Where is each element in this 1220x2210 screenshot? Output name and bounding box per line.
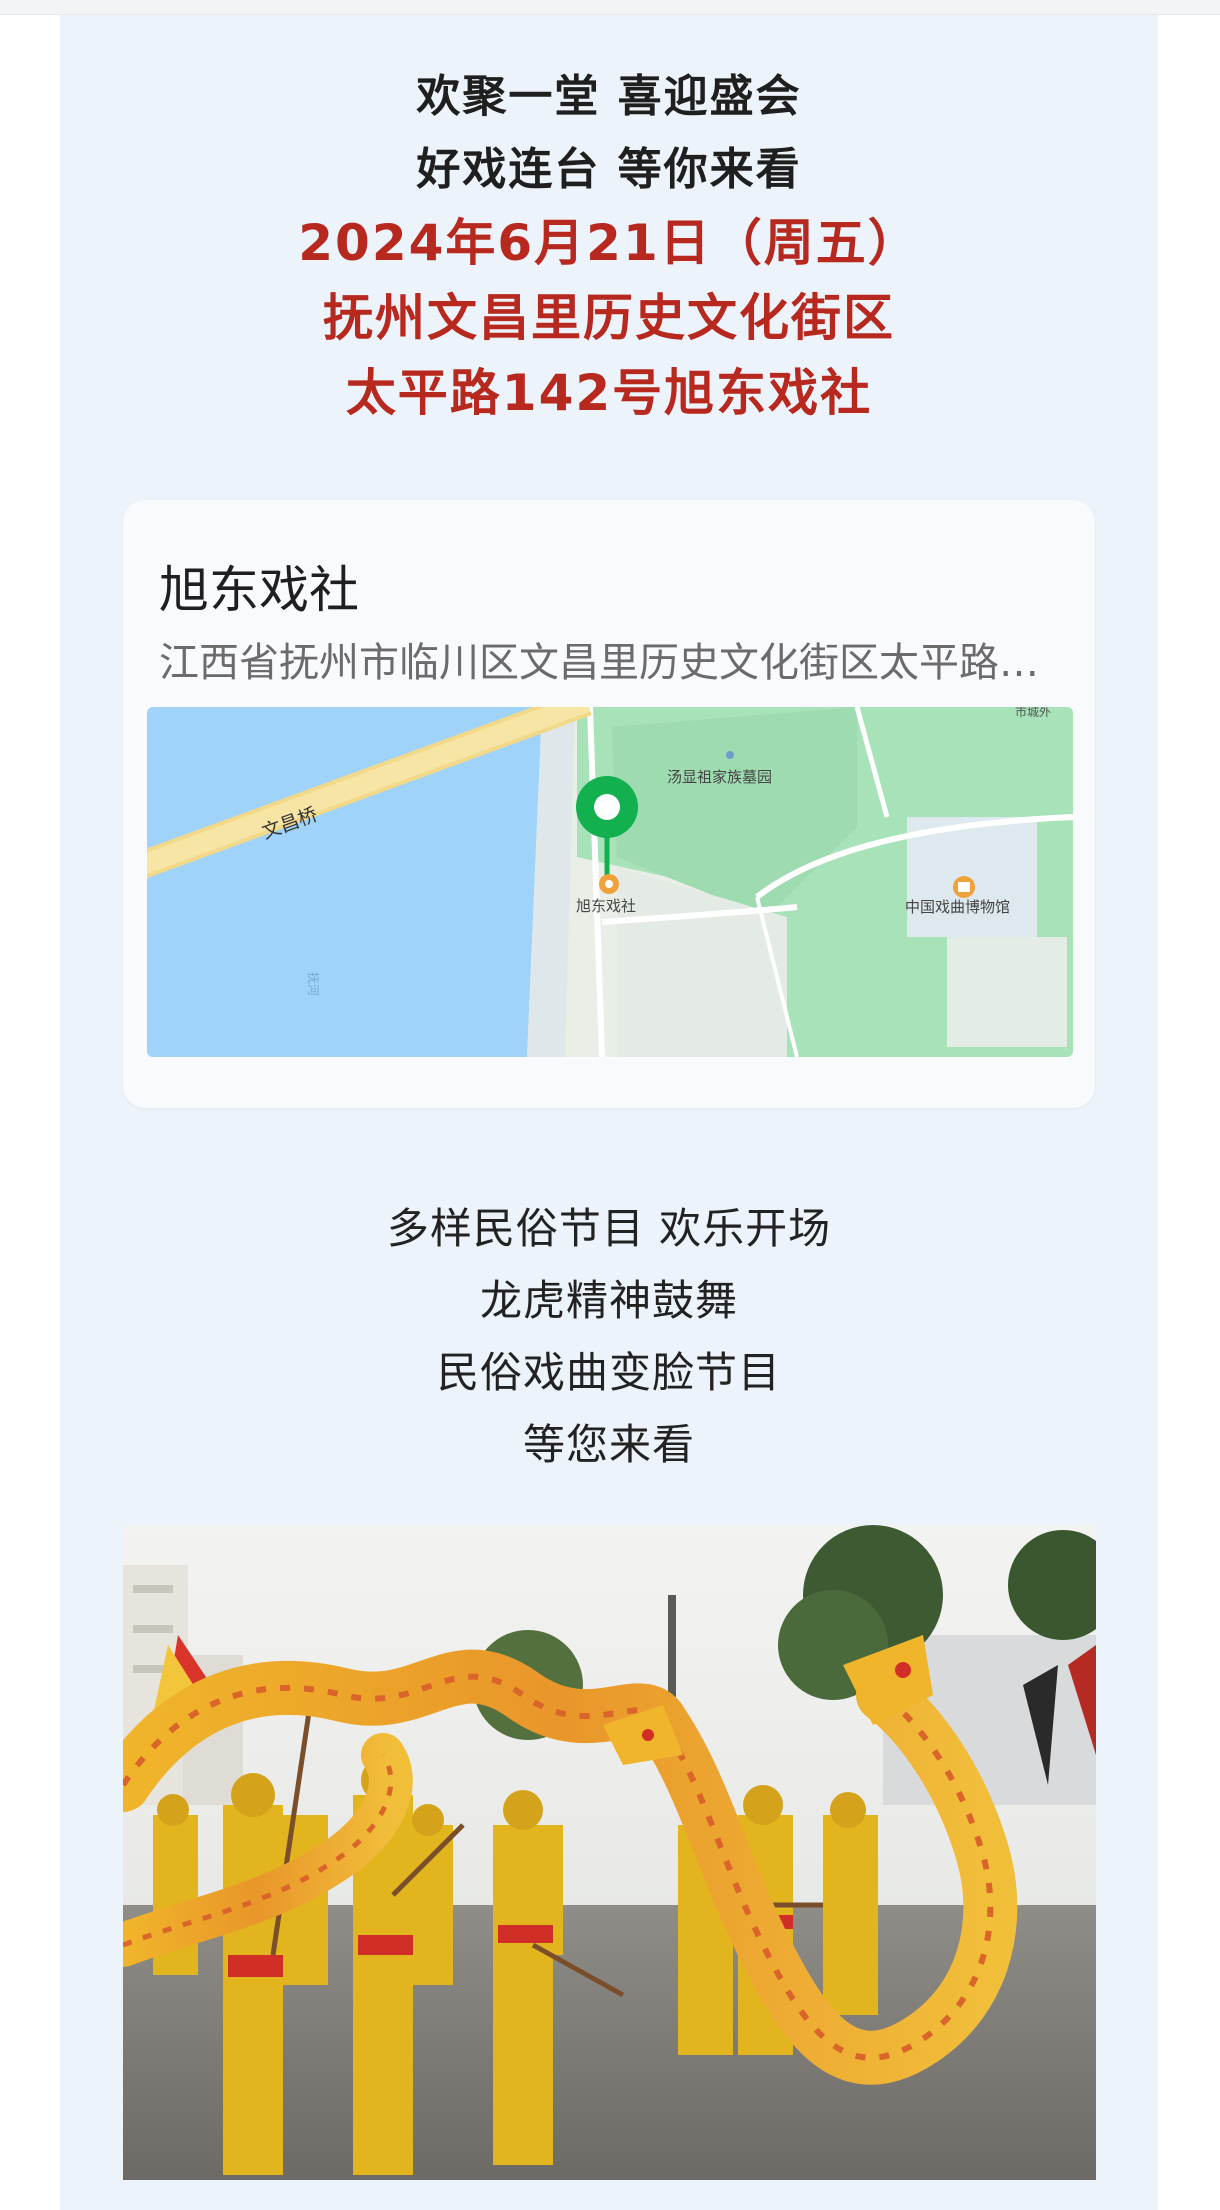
program-line-3: 民俗戏曲变脸节目: [436, 1348, 781, 1397]
program-line-4: 等您来看: [522, 1420, 695, 1469]
event-poster: 欢聚一堂 喜迎盛会 好戏连台 等你来看 2024年6月21日（周五） 抚州文昌里…: [60, 15, 1158, 2210]
program-line-1: 多样民俗节目 欢乐开场: [386, 1204, 832, 1253]
slogan-line-2: 好戏连台 等你来看: [416, 144, 802, 195]
event-venue-line-1: 抚州文昌里历史文化街区: [323, 289, 895, 347]
event-date: 2024年6月21日（周五）: [298, 214, 920, 272]
map-label-river: 抚河: [306, 972, 320, 996]
location-name: 旭东戏社: [159, 561, 359, 619]
map-label-cemetery: 汤显祖家族墓园: [667, 768, 772, 786]
theater-icon: [599, 874, 619, 894]
dragon-dance-photo: [123, 1525, 1096, 2180]
top-divider: [0, 0, 1220, 15]
cemetery-dot-icon: [726, 751, 734, 759]
map-label-museum: 中国戏曲博物馆: [905, 898, 1010, 916]
program-line-2: 龙虎精神鼓舞: [479, 1276, 738, 1325]
map-label-corner: 市城外: [1015, 707, 1051, 719]
location-address: 江西省抚州市临川区文昌里历史文化街区太平路142号旭东戏社: [159, 640, 1059, 686]
location-map[interactable]: 文昌桥 汤显祖家族墓园 中国戏曲博物馆 抚河 市城外 旭东戏社: [147, 707, 1073, 1057]
event-venue-line-2: 太平路142号旭东戏社: [345, 364, 873, 422]
location-card[interactable]: 旭东戏社 江西省抚州市临川区文昌里历史文化街区太平路142号旭东戏社: [123, 500, 1095, 1108]
slogan-line-1: 欢聚一堂 喜迎盛会: [416, 71, 802, 122]
map-label-poi: 旭东戏社: [576, 897, 636, 915]
museum-icon: [953, 876, 975, 898]
